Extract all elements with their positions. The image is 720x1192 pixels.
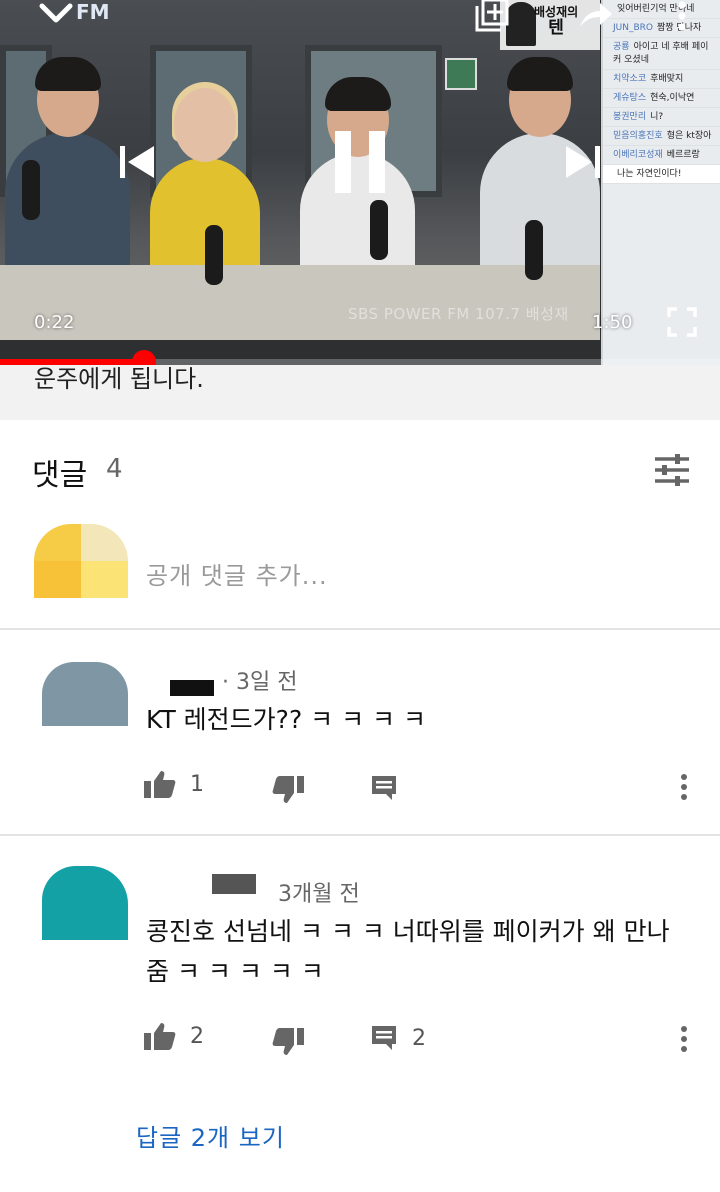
like-count: 1 [190, 771, 204, 797]
add-comment-input[interactable]: 공개 댓글 추가... [146, 556, 328, 591]
fullscreen-icon [667, 307, 697, 337]
player-more-button[interactable] [664, 0, 700, 32]
like-button[interactable]: 1 [144, 770, 204, 798]
video-frame: FM SBS POWER FM 107.7 배성재 배성재의 텐 [0, 0, 600, 340]
share-button[interactable] [576, 0, 616, 30]
chat-message: 이베리코성재 베르르랑 [603, 146, 720, 165]
microphone [525, 220, 543, 280]
video-watermark: SBS POWER FM 107.7 배성재 [348, 305, 569, 323]
previous-button[interactable] [114, 140, 158, 184]
dislike-button[interactable] [272, 1028, 304, 1056]
chat-text: 후배맞지 [650, 74, 684, 84]
chat-username: 게슈탕스 [613, 93, 647, 103]
microphone [22, 160, 40, 220]
microphone [370, 200, 388, 260]
reply-icon [372, 1026, 396, 1050]
comment-text: KT 레전드가?? ㅋ ㅋ ㅋ ㅋ [146, 705, 426, 734]
chat-text: 나는 자연인이다! [617, 169, 682, 179]
my-avatar [34, 524, 128, 598]
chat-username: 치약소코 [613, 74, 647, 84]
reply-button[interactable] [370, 774, 398, 802]
comments-title: 댓글 [32, 458, 88, 493]
chat-username: 믿음의홍진호 [613, 131, 663, 141]
comment-item: 3개월 전 콩진호 선넘네 ㅋ ㅋ ㅋ 너따위를 페이커가 왜 만나줌 ㅋ ㅋ … [0, 836, 720, 1186]
skip-previous-icon [120, 146, 154, 178]
comment-time: · 3일 전 [222, 670, 298, 695]
chat-text: 현숙,이낙연 [650, 93, 695, 103]
exit-sign [445, 58, 477, 90]
chat-text: 형은 kt장아 [666, 131, 712, 141]
reply-icon [372, 776, 396, 800]
thumb-up-icon [144, 1023, 176, 1050]
chat-message: 나는 자연인이다! [603, 165, 720, 184]
chat-username: 봉권만리 [613, 112, 647, 122]
fullscreen-button[interactable] [660, 300, 704, 344]
pause-icon [335, 131, 385, 193]
commenter-avatar[interactable] [42, 662, 128, 726]
chat-message: 봉권만리 니? [603, 108, 720, 127]
video-player[interactable]: FM SBS POWER FM 107.7 배성재 배성재의 텐 잊어버린기억 … [0, 0, 720, 365]
pause-button[interactable] [328, 128, 392, 196]
more-vertical-icon [681, 774, 687, 800]
thumb-down-icon [272, 776, 304, 803]
chat-message: 공룡 아이고 네 후배 페이커 오셨네 [603, 38, 720, 70]
comments-count: 4 [106, 454, 123, 484]
video-duration: 1:50 [592, 312, 633, 333]
playlist-add-icon [475, 0, 509, 32]
next-button[interactable] [562, 140, 606, 184]
skip-next-icon [566, 146, 600, 178]
dislike-button[interactable] [272, 776, 304, 804]
commenter-name-redacted [170, 680, 214, 696]
chat-username: 공룡 [613, 42, 630, 52]
commenter-avatar[interactable] [42, 866, 128, 940]
chat-username: JUN_BRO [613, 23, 653, 33]
microphone [205, 225, 223, 285]
collapse-button[interactable] [36, 0, 76, 26]
chat-message: JUN_BRO 짬짱 만나자 [603, 19, 720, 38]
comment-more-button[interactable] [672, 1022, 696, 1056]
chat-message: 게슈탕스 현숙,이낙연 [603, 89, 720, 108]
current-time: 0:22 [34, 312, 75, 333]
chat-message: 믿음의홍진호 형은 kt장아 [603, 127, 720, 146]
chat-username: 이베리코성재 [613, 150, 663, 160]
view-replies-link[interactable]: 답글 2개 보기 [136, 1118, 285, 1153]
chevron-down-icon [39, 3, 73, 23]
description-strip: 운주에게 됩니다. [0, 365, 720, 420]
commenter-name-redacted [212, 874, 256, 894]
show-badge-line2: 텐 [548, 18, 564, 38]
chat-message: 잊어버린기억 만하네 [603, 0, 720, 19]
show-badge-line1: 배성재의 [534, 5, 579, 19]
comment-text: 콩진호 선넘네 ㅋ ㅋ ㅋ 너따위를 페이커가 왜 만나줌 ㅋ ㅋ ㅋ ㅋ ㅋ [146, 917, 670, 986]
chat-message: 치약소코 후배맞지 [603, 70, 720, 89]
thumb-up-icon [144, 771, 176, 798]
add-comment-row[interactable]: 공개 댓글 추가... [0, 520, 720, 630]
chat-text: 니? [650, 112, 664, 122]
like-button[interactable]: 2 [144, 1022, 204, 1050]
comment-item: · 3일 전 KT 레전드가?? ㅋ ㅋ ㅋ ㅋ 1 [0, 630, 720, 836]
more-vertical-icon [678, 1, 686, 31]
comment-more-button[interactable] [672, 770, 696, 804]
comment-time: 3개월 전 [278, 882, 360, 907]
thumb-down-icon [272, 1028, 304, 1055]
reply-count: 2 [412, 1025, 426, 1051]
chat-text: 베르르랑 [666, 150, 700, 160]
more-vertical-icon [681, 1026, 687, 1052]
sort-comments-button[interactable] [650, 448, 694, 492]
description-text: 운주에게 됩니다. [34, 365, 204, 393]
reply-button[interactable]: 2 [370, 1024, 426, 1052]
sort-icon [655, 454, 689, 486]
comments-header: 댓글 4 [0, 420, 720, 520]
like-count: 2 [190, 1023, 204, 1049]
add-to-playlist-button[interactable] [472, 0, 512, 32]
share-icon [580, 3, 612, 27]
